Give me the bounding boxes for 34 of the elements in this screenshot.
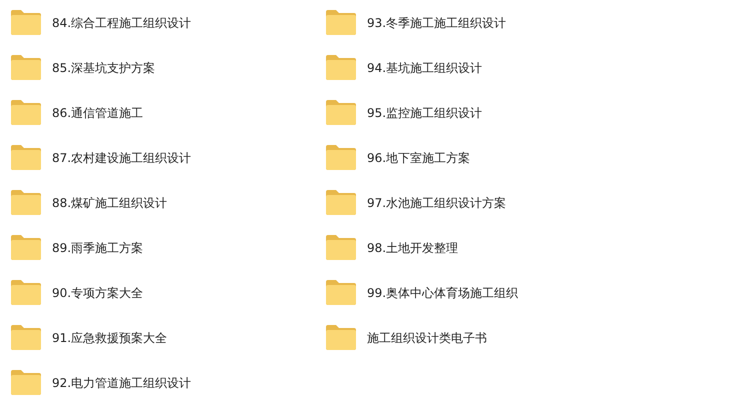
folder-name[interactable]: 98.土地开发整理 <box>367 238 458 256</box>
folder-name[interactable]: 89.雨季施工方案 <box>52 238 144 256</box>
folder-name[interactable]: 施工组织设计类电子书 <box>367 328 487 346</box>
folder-icon[interactable] <box>10 369 42 396</box>
folder-name[interactable]: 92.电力管道施工组织设计 <box>52 374 192 392</box>
folder-icon[interactable] <box>10 324 42 351</box>
folder-name[interactable]: 94.基坑施工组织设计 <box>367 58 482 76</box>
folder-name[interactable]: 97.水池施工组织设计方案 <box>367 194 506 212</box>
folder-icon[interactable] <box>10 54 42 81</box>
folder-name[interactable]: 90.专项方案大全 <box>52 284 144 302</box>
folder-icon[interactable] <box>10 99 42 126</box>
folder-name[interactable]: 95.监控施工组织设计 <box>367 104 482 122</box>
folder-icon[interactable] <box>325 279 357 306</box>
folder-icon[interactable] <box>10 189 42 216</box>
folder-icon[interactable] <box>325 144 357 171</box>
folder-icon[interactable] <box>325 324 357 351</box>
folder-icon[interactable] <box>10 9 42 36</box>
folder-name[interactable]: 86.通信管道施工 <box>52 104 144 122</box>
folder-icon[interactable] <box>325 189 357 216</box>
folder-icon[interactable] <box>10 279 42 306</box>
folder-icon[interactable] <box>325 234 357 261</box>
folder-icon[interactable] <box>325 99 357 126</box>
folder-icon[interactable] <box>10 144 42 171</box>
folder-name[interactable]: 99.奥体中心体育场施工组织 <box>367 284 518 302</box>
folder-name[interactable]: 88.煤矿施工组织设计 <box>52 194 168 212</box>
folder-name[interactable]: 87.农村建设施工组织设计 <box>52 148 192 166</box>
folder-icon[interactable] <box>10 234 42 261</box>
folder-name[interactable]: 84.综合工程施工组织设计 <box>52 14 192 32</box>
folder-name[interactable]: 96.地下室施工方案 <box>367 148 470 166</box>
folder-icon[interactable] <box>325 9 357 36</box>
folder-icon[interactable] <box>325 54 357 81</box>
folder-name[interactable]: 91.应急救援预案大全 <box>52 328 168 346</box>
folder-name[interactable]: 85.深基坑支护方案 <box>52 58 156 76</box>
folder-name[interactable]: 93.冬季施工施工组织设计 <box>367 14 506 32</box>
